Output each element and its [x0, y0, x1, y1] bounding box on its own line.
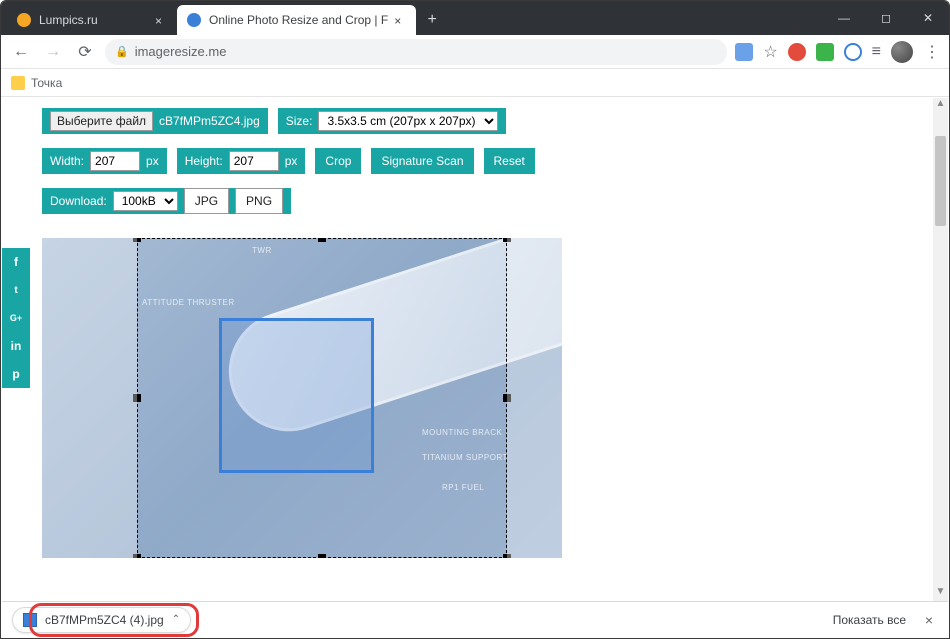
height-group: Height: px — [177, 148, 306, 174]
chevron-up-icon[interactable]: ⌃ — [172, 614, 180, 625]
px-label: px — [146, 154, 159, 168]
favicon-imageresize — [187, 13, 201, 27]
close-icon[interactable]: × — [394, 14, 406, 26]
extension-icon[interactable] — [816, 43, 834, 61]
window-maximize[interactable]: ◻ — [865, 1, 907, 35]
choose-file-button[interactable]: Выберите файл — [50, 111, 153, 131]
social-sidebar: f t G+ in p — [2, 248, 30, 388]
download-group: Download: 100kB JPG PNG — [42, 188, 291, 214]
size-select[interactable]: 3.5x3.5 cm (207px x 207px) — [318, 111, 498, 131]
address-bar[interactable]: 🔒 imageresize.me — [105, 39, 727, 65]
scrollbar-thumb[interactable] — [935, 136, 946, 226]
extension-icon[interactable] — [844, 43, 862, 61]
filename-label: cB7fMPm5ZC4.jpg — [159, 114, 260, 128]
tab-title: Online Photo Resize and Crop | F — [209, 13, 388, 27]
size-label: Size: — [286, 114, 313, 128]
file-icon — [23, 613, 37, 627]
crop-dim-left — [42, 238, 137, 558]
download-filename: cB7fMPm5ZC4 (4).jpg — [45, 613, 164, 627]
width-label: Width: — [50, 154, 84, 168]
close-icon[interactable]: × — [920, 612, 938, 628]
width-group: Width: px — [42, 148, 167, 174]
crop-dim-right — [507, 238, 562, 558]
tab-imageresize[interactable]: Online Photo Resize and Crop | F × — [177, 5, 416, 35]
download-size-select[interactable]: 100kB — [113, 191, 178, 211]
signature-scan-button[interactable]: Signature Scan — [371, 148, 473, 174]
selection-rectangle[interactable] — [219, 318, 374, 473]
bookmark-item[interactable]: Точка — [31, 76, 62, 90]
address-host: imageresize.me — [135, 44, 227, 59]
height-label: Height: — [185, 154, 223, 168]
downloads-bar: cB7fMPm5ZC4 (4).jpg ⌃ Показать все × — [2, 601, 948, 637]
twitter-icon[interactable]: t — [2, 276, 30, 304]
window-close[interactable]: ✕ — [907, 1, 949, 35]
linkedin-icon[interactable]: in — [2, 332, 30, 360]
kebab-menu-icon[interactable]: ⋮ — [923, 42, 941, 62]
size-group: Size: 3.5x3.5 cm (207px x 207px) — [278, 108, 507, 134]
reading-list-icon[interactable]: ≡ — [872, 43, 881, 61]
px-label: px — [285, 154, 298, 168]
titlebar: Lumpics.ru × Online Photo Resize and Cro… — [1, 1, 949, 35]
image-crop-area[interactable]: TWR ATTITUDE THRUSTER MOUNTING BRACK TIT… — [42, 238, 562, 558]
crop-button[interactable]: Crop — [315, 148, 361, 174]
new-tab-button[interactable]: + — [420, 8, 444, 32]
back-button[interactable]: ← — [9, 40, 33, 64]
close-icon[interactable]: × — [155, 14, 167, 26]
browser-toolbar: ← → ⟳ 🔒 imageresize.me ☆ ≡ ⋮ — [1, 35, 949, 69]
show-all-downloads[interactable]: Показать все — [833, 613, 906, 627]
bookmarks-bar: Точка — [1, 69, 949, 97]
translate-icon[interactable] — [735, 43, 753, 61]
tab-lumpics[interactable]: Lumpics.ru × — [7, 5, 177, 35]
download-png-button[interactable]: PNG — [235, 188, 283, 214]
window-minimize[interactable]: — — [823, 1, 865, 35]
reload-button[interactable]: ⟳ — [73, 40, 97, 64]
avatar[interactable] — [891, 41, 913, 63]
download-chip[interactable]: cB7fMPm5ZC4 (4).jpg ⌃ — [12, 607, 191, 633]
star-icon[interactable]: ☆ — [763, 42, 777, 62]
crop-handle[interactable] — [318, 238, 326, 242]
page-content: Выберите файл cB7fMPm5ZC4.jpg Size: 3.5x… — [2, 98, 948, 601]
file-picker-group: Выберите файл cB7fMPm5ZC4.jpg — [42, 108, 268, 134]
facebook-icon[interactable]: f — [2, 248, 30, 276]
reset-button[interactable]: Reset — [484, 148, 535, 174]
crop-handle[interactable] — [318, 554, 326, 558]
forward-button[interactable]: → — [41, 40, 65, 64]
scroll-up-icon[interactable]: ▲ — [933, 98, 948, 113]
scroll-down-icon[interactable]: ▼ — [933, 586, 948, 601]
pinterest-icon[interactable]: p — [2, 360, 30, 388]
vertical-scrollbar[interactable]: ▲ ▼ — [933, 98, 948, 601]
favicon-lumpics — [17, 13, 31, 27]
folder-icon — [11, 76, 25, 90]
google-plus-icon[interactable]: G+ — [2, 304, 30, 332]
width-input[interactable] — [90, 151, 140, 171]
download-jpg-button[interactable]: JPG — [184, 188, 229, 214]
lock-icon: 🔒 — [115, 45, 129, 58]
download-label: Download: — [50, 194, 107, 208]
tab-title: Lumpics.ru — [39, 13, 149, 27]
height-input[interactable] — [229, 151, 279, 171]
extension-icon[interactable] — [788, 43, 806, 61]
